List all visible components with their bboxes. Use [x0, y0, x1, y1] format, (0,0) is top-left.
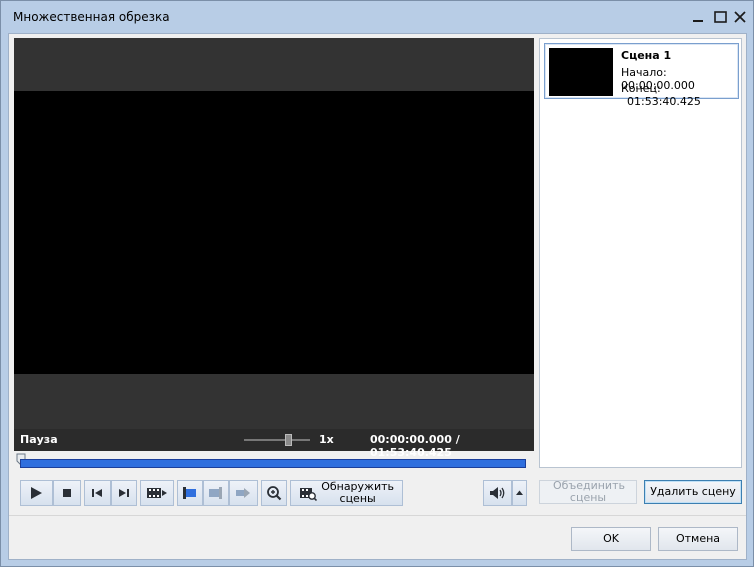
scene-end-label: Конец:: [621, 82, 661, 95]
marker-end-icon: [208, 487, 222, 499]
split-scene-button[interactable]: [140, 480, 175, 506]
playback-status: Пауза: [20, 433, 58, 446]
scene-thumbnail: [549, 48, 613, 96]
zoom-button[interactable]: [260, 480, 287, 506]
title-bar[interactable]: Множественная обрезка: [1, 1, 753, 33]
dialog-window: Множественная обрезка Пауза 1x 00:00:00.…: [0, 0, 754, 567]
delete-scene-button[interactable]: Удалить сцену: [644, 480, 742, 504]
minimize-icon: [693, 20, 703, 22]
merge-scenes-button[interactable]: Объединить сцены: [539, 480, 637, 504]
mark-start-button[interactable]: [177, 480, 204, 506]
detect-scenes-button[interactable]: Обнаружить сцены: [289, 480, 403, 506]
stop-icon: [62, 489, 71, 497]
detect-scenes-label: Обнаружить сцены: [321, 480, 395, 505]
play-button[interactable]: [20, 480, 53, 506]
maximize-button[interactable]: [711, 8, 729, 26]
time-current: 00:00:00.000: [370, 433, 452, 446]
stop-button[interactable]: [52, 480, 81, 506]
speed-slider-thumb[interactable]: [285, 434, 292, 446]
ok-label: OK: [603, 532, 619, 545]
timeline-bar[interactable]: [20, 459, 526, 468]
volume-button[interactable]: [483, 480, 512, 506]
scene-end-time: 01:53:40.425: [627, 95, 701, 108]
triangle-up-icon: [516, 490, 523, 495]
next-frame-button[interactable]: [110, 480, 138, 506]
volume-dropdown-button[interactable]: [512, 480, 527, 506]
cancel-button[interactable]: Отмена: [658, 527, 738, 551]
go-to-marker-button[interactable]: [228, 480, 258, 506]
timecode: 00:00:00.000 / 01:53:40.425: [370, 433, 534, 459]
skip-back-icon: [92, 489, 103, 497]
marker-jump-icon: [236, 488, 251, 498]
speaker-icon: [489, 487, 504, 499]
scene-start-label: Начало:: [621, 66, 667, 79]
ok-button[interactable]: OK: [571, 527, 651, 551]
scene-list[interactable]: Сцена 1 Начало: 00:00:00.000 Конец: 01:5…: [539, 38, 742, 468]
playback-speed: 1x: [319, 433, 334, 446]
cancel-label: Отмена: [675, 532, 721, 545]
volume-control: [483, 480, 527, 506]
previous-frame-button[interactable]: [83, 480, 111, 506]
maximize-icon: [713, 11, 727, 23]
video-frame: [14, 91, 534, 374]
merge-scenes-label: Объединить сцены: [553, 479, 625, 504]
scene-name: Сцена 1: [621, 49, 672, 62]
video-preview[interactable]: Пауза 1x 00:00:00.000 / 01:53:40.425: [14, 38, 534, 459]
close-icon: [734, 11, 746, 23]
time-total: 01:53:40.425: [370, 446, 452, 459]
playback-info-bar: Пауза 1x 00:00:00.000 / 01:53:40.425: [14, 429, 534, 459]
footer-divider: [9, 515, 746, 516]
close-button[interactable]: [731, 8, 749, 26]
minimize-button[interactable]: [689, 8, 707, 26]
time-separator: /: [455, 433, 460, 446]
detect-scenes-icon: [299, 488, 317, 501]
scene-item[interactable]: Сцена 1 Начало: 00:00:00.000 Конец: 01:5…: [544, 43, 739, 108]
mark-end-button[interactable]: [203, 480, 229, 506]
transport-toolbar: Обнаружить сцены: [20, 480, 403, 506]
marker-start-icon: [183, 487, 197, 499]
dialog-client: Пауза 1x 00:00:00.000 / 01:53:40.425 Обн…: [8, 33, 747, 560]
delete-scene-label: Удалить сцену: [650, 485, 736, 498]
window-title: Множественная обрезка: [13, 10, 170, 24]
scene-end: Конец: 01:53:40.425: [621, 82, 738, 108]
play-icon: [31, 487, 43, 499]
skip-forward-icon: [118, 489, 129, 497]
film-split-icon: [147, 488, 168, 498]
zoom-in-icon: [266, 486, 281, 501]
speed-slider-track[interactable]: [244, 439, 310, 441]
